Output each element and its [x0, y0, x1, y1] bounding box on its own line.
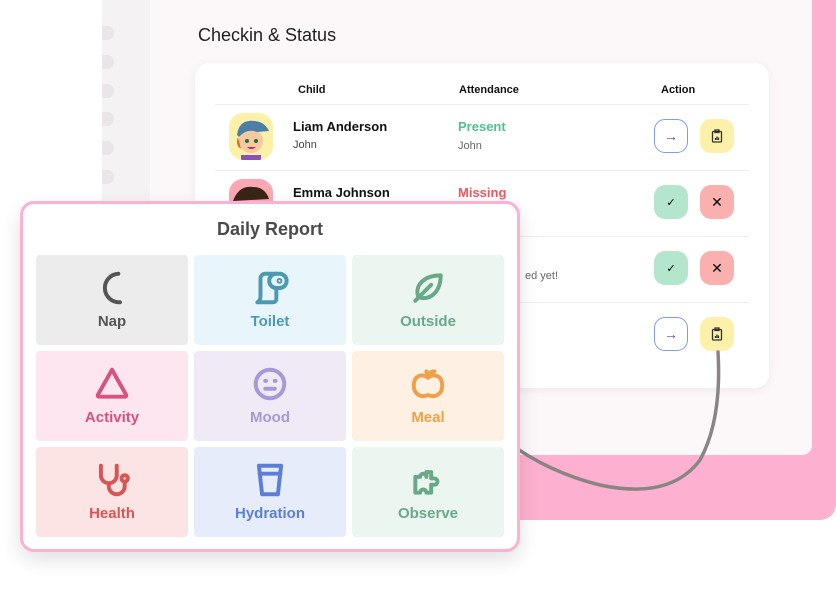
tile-label: Nap	[97, 313, 127, 330]
sidebar-item[interactable]	[102, 55, 114, 69]
tile-label: Mood	[250, 409, 290, 426]
clipboard-icon	[711, 129, 723, 143]
stethoscope-icon	[98, 463, 130, 497]
checkout-button[interactable]: →	[654, 317, 688, 351]
tile-activity[interactable]: Activity	[36, 351, 188, 441]
sidebar-item[interactable]	[102, 112, 114, 126]
header-child: Child	[298, 84, 326, 96]
mark-absent-button[interactable]: ✕	[700, 185, 734, 219]
tile-label: Meal	[411, 409, 445, 426]
attendance-status: Missing	[458, 185, 507, 200]
apple-icon	[411, 369, 445, 399]
child-name: Emma Johnson	[293, 185, 390, 200]
attendance-sub: John	[458, 140, 482, 152]
close-icon: ✕	[711, 193, 723, 210]
daily-report-title: Daily Report	[216, 219, 324, 239]
tile-label: Hydration	[234, 505, 305, 522]
glass-icon	[256, 463, 284, 497]
close-icon: ✕	[711, 259, 723, 276]
header-action: Action	[661, 84, 696, 96]
header-attendance: Attendance	[459, 84, 519, 96]
sidebar-item[interactable]	[102, 26, 114, 40]
puzzle-icon	[413, 470, 440, 495]
checkout-button[interactable]: →	[654, 119, 688, 153]
tile-health[interactable]: Health	[36, 447, 188, 537]
check-icon: ✓	[666, 196, 676, 209]
tile-label: Health	[89, 505, 135, 522]
report-button[interactable]	[700, 119, 734, 153]
tile-label: Observe	[397, 505, 459, 522]
tile-outside[interactable]: Outside	[352, 255, 504, 345]
check-icon: ✓	[666, 262, 676, 275]
triangle-icon	[95, 367, 129, 399]
mark-absent-button[interactable]: ✕	[700, 251, 734, 285]
tile-label: Outside	[400, 313, 456, 330]
check-in-button[interactable]: ✓	[654, 185, 688, 219]
tile-label: Toilet	[250, 313, 290, 330]
attendance-status: Present	[458, 119, 506, 134]
arrow-right-icon: →	[664, 128, 678, 144]
page-title: Checkin & Status	[198, 25, 337, 45]
sidebar-item[interactable]	[102, 141, 114, 155]
tile-meal[interactable]: Meal	[352, 351, 504, 441]
moon-icon	[102, 271, 122, 305]
sidebar-item[interactable]	[102, 84, 114, 98]
daily-report-panel: Daily Report Nap Toilet Outside Activity…	[20, 201, 520, 552]
clipboard-icon	[711, 327, 723, 341]
check-in-button[interactable]: ✓	[654, 251, 688, 285]
tile-observe[interactable]: Observe	[352, 447, 504, 537]
tile-mood[interactable]: Mood	[194, 351, 346, 441]
tile-nap[interactable]: Nap	[36, 255, 188, 345]
table-row: Liam Anderson John Present John →	[195, 104, 769, 170]
child-name: Liam Anderson	[293, 119, 388, 134]
guardian-name: John	[293, 139, 317, 151]
sidebar-item[interactable]	[102, 170, 114, 184]
attendance-sub: ed yet!	[525, 270, 559, 282]
neutral-face-icon	[253, 367, 287, 401]
toilet-paper-icon	[255, 271, 289, 305]
tile-label: Activity	[84, 409, 140, 426]
tile-hydration[interactable]: Hydration	[194, 447, 346, 537]
tile-toilet[interactable]: Toilet	[194, 255, 346, 345]
leaf-icon	[413, 273, 443, 303]
arrow-right-icon: →	[664, 326, 678, 342]
avatar	[229, 113, 273, 160]
report-button[interactable]	[700, 317, 734, 351]
